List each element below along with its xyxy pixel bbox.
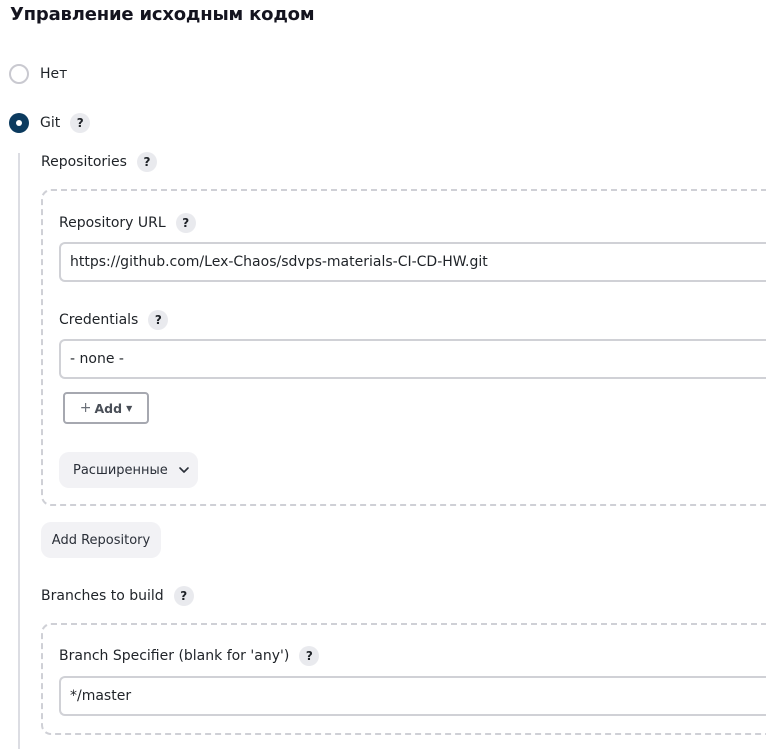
repositories-label: Repositories (41, 154, 127, 170)
branches-help-icon[interactable]: ? (173, 586, 194, 606)
plus-icon: + (79, 400, 92, 416)
radio-none[interactable] (9, 64, 29, 84)
git-help-icon[interactable]: ? (70, 113, 91, 133)
credentials-label-row: Credentials ? (59, 310, 169, 330)
advanced-button[interactable]: Расширенные (59, 452, 198, 488)
add-repository-button[interactable]: Add Repository (41, 522, 161, 558)
radio-git[interactable] (9, 113, 29, 133)
repository-url-label: Repository URL (59, 215, 166, 231)
chevron-down-icon (179, 467, 189, 473)
credentials-value: - none - (70, 351, 124, 367)
section-title: Управление исходным кодом (10, 4, 315, 25)
credentials-label: Credentials (59, 312, 139, 328)
radio-none-label: Нет (40, 66, 68, 82)
caret-down-icon: ▼ (126, 403, 133, 413)
branches-label: Branches to build (41, 588, 164, 604)
branch-specifier-label-row: Branch Specifier (blank for 'any') ? (59, 646, 320, 666)
credentials-select[interactable]: - none - (59, 339, 766, 379)
repository-url-value: https://github.com/Lex-Chaos/sdvps-mater… (70, 254, 488, 270)
add-credentials-label: Add (94, 400, 123, 416)
branch-specifier-help-icon[interactable]: ? (299, 646, 320, 666)
repositories-help-icon[interactable]: ? (136, 152, 157, 172)
branches-label-row: Branches to build ? (41, 586, 194, 606)
scm-option-none[interactable]: Нет (9, 64, 67, 84)
repository-url-label-row: Repository URL ? (59, 213, 196, 233)
repository-url-help-icon[interactable]: ? (175, 213, 196, 233)
branch-specifier-value: */master (70, 688, 132, 704)
add-credentials-button[interactable]: + Add ▼ (63, 392, 149, 424)
scm-option-git[interactable]: Git ? (9, 113, 91, 133)
advanced-label: Расширенные (73, 462, 168, 478)
git-section-indent-line (18, 153, 20, 749)
branch-specifier-label: Branch Specifier (blank for 'any') (59, 648, 290, 664)
repository-url-input[interactable]: https://github.com/Lex-Chaos/sdvps-mater… (59, 242, 766, 282)
credentials-help-icon[interactable]: ? (148, 310, 169, 330)
add-repository-label: Add Repository (51, 532, 151, 548)
repositories-label-row: Repositories ? (41, 152, 157, 172)
radio-git-label: Git (40, 115, 61, 131)
branch-specifier-input[interactable]: */master (59, 676, 766, 716)
